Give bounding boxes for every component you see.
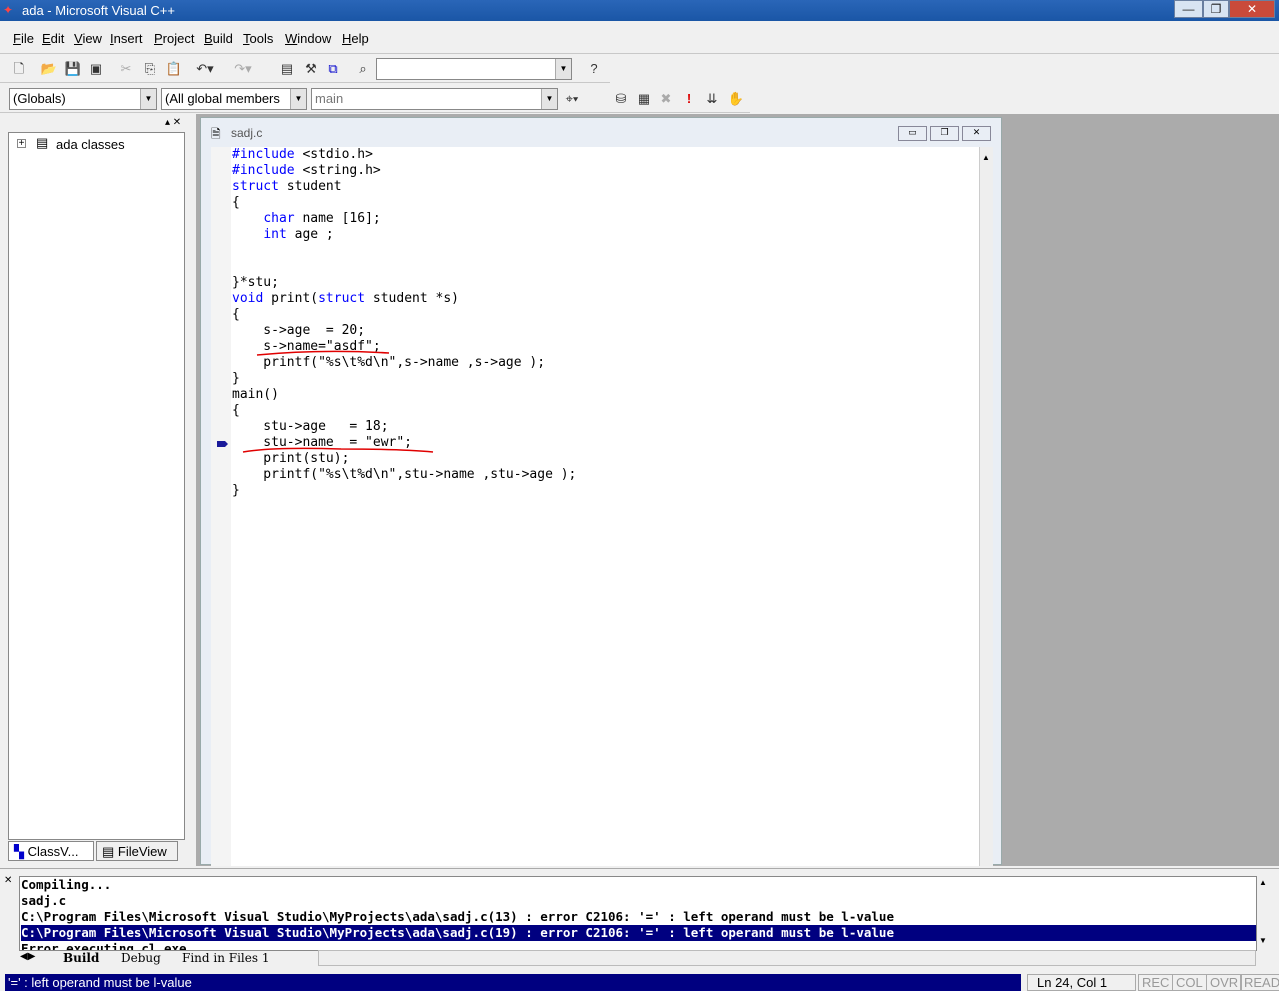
class-tree: + ▤ ada classes <box>8 132 185 840</box>
menu-insert[interactable]: Insert <box>110 31 143 46</box>
scroll-up-icon[interactable]: ▲ <box>982 153 990 162</box>
editor-vertical-scrollbar[interactable]: ▲ <box>979 147 993 866</box>
editor-title: sadj.c <box>231 126 263 140</box>
chevron-down-icon[interactable]: ▼ <box>541 89 557 109</box>
chevron-down-icon[interactable]: ▼ <box>555 59 571 79</box>
function-combo[interactable]: main ▼ <box>311 88 558 110</box>
menu-tools[interactable]: Tools <box>243 31 273 46</box>
tab-debug[interactable]: Debug <box>121 951 161 965</box>
output-horizontal-scrollbar[interactable] <box>318 950 1256 966</box>
menu-edit[interactable]: Edit <box>42 31 64 46</box>
scroll-down-icon[interactable]: ▼ <box>1259 936 1267 945</box>
wizard-action-icon[interactable]: ⌖▾ <box>563 90 581 108</box>
indicator-rec: REC <box>1138 974 1174 991</box>
compile-icon[interactable]: ⛁ <box>612 90 630 108</box>
close-button[interactable]: ✕ <box>962 126 991 141</box>
menu-help[interactable]: Help <box>342 31 369 46</box>
status-message: '=' : left operand must be l-value <box>5 974 1021 991</box>
tree-item-ada-classes[interactable]: ada classes <box>56 137 125 152</box>
workspace-pane: ▴ ✕ + ▤ ada classes ▚ ClassV... ▤ FileVi… <box>5 117 189 865</box>
output-window-icon[interactable]: ⚒ <box>302 60 320 78</box>
title-bar: ✦ ada - Microsoft Visual C++ — ❐ ✕ <box>0 0 1279 21</box>
editor-window: 🗎 sadj.c ▭ ❐ ✕ #include <stdio.h> #includ… <box>200 117 1002 866</box>
indicator-col: COL <box>1172 974 1207 991</box>
output-line[interactable]: Compiling... <box>21 877 1256 893</box>
menu-view[interactable]: View <box>74 31 102 46</box>
tab-fileview[interactable]: ▤ FileView <box>96 841 178 861</box>
minimize-button[interactable]: — <box>1174 0 1203 18</box>
go-icon[interactable]: ⇊ <box>703 90 721 108</box>
standard-toolbar: 🗋 📂 💾 ▣ ✂ ⎘ 📋 ↶▾ ↷▾ ▤ ⚒ ⧉ ⌕ ▼ ? <box>0 55 610 83</box>
red-underline-2 <box>242 447 434 453</box>
close-button[interactable]: ✕ <box>1229 0 1275 18</box>
output-line[interactable]: C:\Program Files\Microsoft Visual Studio… <box>21 909 1256 925</box>
current-line-arrow-icon <box>217 441 228 447</box>
window-list-icon[interactable]: ⧉ <box>324 60 342 78</box>
output-line[interactable]: C:\Program Files\Microsoft Visual Studio… <box>21 925 1256 941</box>
cut-icon[interactable]: ✂ <box>117 60 135 78</box>
tab-build[interactable]: Build <box>63 951 99 965</box>
find-combo[interactable]: ▼ <box>376 58 572 80</box>
expand-icon[interactable]: + <box>17 139 26 149</box>
chevron-down-icon[interactable]: ▼ <box>290 89 306 109</box>
red-underline-1 <box>256 350 390 356</box>
menu-file[interactable]: File <box>13 31 34 46</box>
save-icon[interactable]: 💾 <box>64 60 82 78</box>
output-pane: ✕ Compiling... sadj.c C:\Program Files\Mic… <box>0 868 1279 968</box>
build-icon[interactable]: ▦ <box>635 90 653 108</box>
search-help-icon[interactable]: ? <box>585 60 603 78</box>
menu-window[interactable]: Window <box>285 31 331 46</box>
maximize-button[interactable]: ❐ <box>1203 0 1229 18</box>
save-all-icon[interactable]: ▣ <box>87 60 105 78</box>
window-title: ada - Microsoft Visual C++ <box>22 3 175 18</box>
tab-scroll-icon[interactable]: ◀▶ <box>20 951 35 962</box>
close-icon[interactable]: ✕ <box>4 875 12 886</box>
open-icon[interactable]: 📂 <box>40 60 58 78</box>
wizard-toolbar: (Globals) ▼ (All global members ▼ main ▼ ⌖▾… <box>0 85 750 113</box>
cursor-position: Ln 24, Col 1 <box>1027 974 1136 991</box>
members-combo[interactable]: (All global members ▼ <box>161 88 307 110</box>
source-file-icon: 🗎 <box>211 127 221 141</box>
status-bar: '=' : left operand must be l-value Ln 24… <box>0 972 1279 991</box>
minimize-button[interactable]: ▭ <box>898 126 927 141</box>
restore-button[interactable]: ❐ <box>930 126 959 141</box>
close-icon[interactable]: ▴ ✕ <box>165 117 181 128</box>
new-file-icon[interactable]: 🗋 <box>10 60 28 78</box>
tab-classview[interactable]: ▚ ClassV... <box>8 841 94 861</box>
class-combo[interactable]: (Globals) ▼ <box>9 88 157 110</box>
indicator-read: READ <box>1240 974 1279 991</box>
breakpoint-hand-icon[interactable]: ✋ <box>727 90 745 108</box>
paste-icon[interactable]: 📋 <box>165 60 183 78</box>
execute-icon[interactable]: ! <box>680 90 698 108</box>
redo-icon[interactable]: ↷▾ <box>234 60 252 78</box>
menu-project[interactable]: Project <box>154 31 194 46</box>
classes-icon: ▤ <box>36 135 49 150</box>
tab-find-in-files[interactable]: Find in Files 1 <box>182 951 269 965</box>
workspace-icon[interactable]: ▤ <box>278 60 296 78</box>
app-icon: ✦ <box>3 3 14 17</box>
menu-bar: File Edit View Insert Project Build Tool… <box>0 22 1279 54</box>
find-in-files-icon[interactable]: ⌕ <box>354 60 372 78</box>
scroll-up-icon[interactable]: ▲ <box>1259 878 1267 887</box>
output-line[interactable]: sadj.c <box>21 893 1256 909</box>
stop-build-icon[interactable]: ✖ <box>657 90 675 108</box>
annotation-layer <box>217 350 434 453</box>
indicator-ovr: OVR <box>1206 974 1243 991</box>
menu-build[interactable]: Build <box>204 31 233 46</box>
code-editor[interactable]: #include <stdio.h> #include <string.h> str… <box>211 147 981 866</box>
copy-icon[interactable]: ⎘ <box>141 60 159 78</box>
chevron-down-icon[interactable]: ▼ <box>140 89 156 109</box>
undo-icon[interactable]: ↶▾ <box>196 60 214 78</box>
output-text[interactable]: Compiling... sadj.c C:\Program Files\Micro… <box>19 876 1257 951</box>
